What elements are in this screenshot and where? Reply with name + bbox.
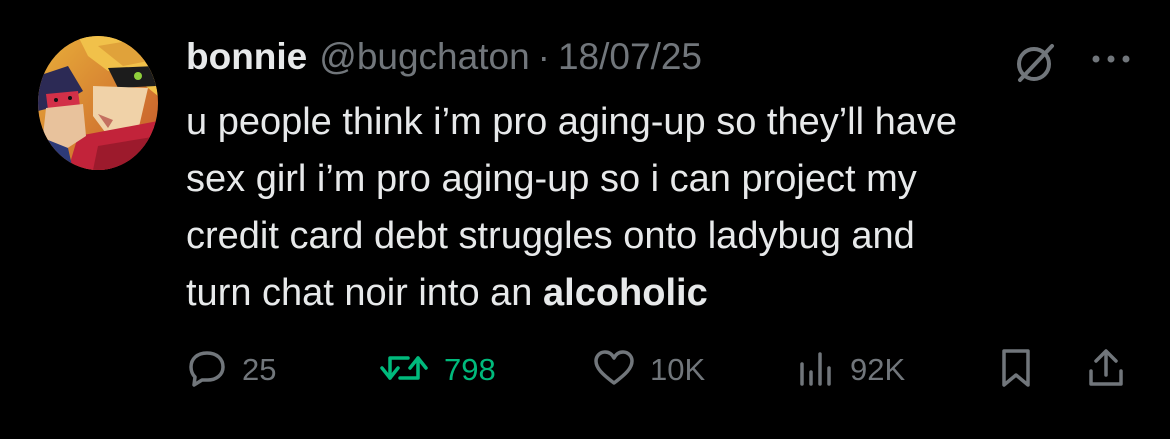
post-text: u people think i’m pro aging-up so they’…: [186, 94, 1146, 322]
bookmark-button[interactable]: [998, 340, 1034, 400]
views-icon: [796, 348, 836, 393]
like-count: 10K: [650, 352, 706, 387]
grok-icon[interactable]: [1010, 40, 1060, 86]
like-button[interactable]: 10K: [592, 340, 705, 400]
views-button[interactable]: 92K: [796, 340, 905, 400]
avatar[interactable]: [38, 36, 158, 170]
post-text-line: credit card debt struggles onto ladybug …: [186, 215, 915, 257]
repost-count: 798: [444, 352, 496, 387]
author-handle[interactable]: @bugchaton: [319, 36, 529, 78]
heart-icon: [592, 348, 636, 393]
more-icon[interactable]: [1086, 44, 1136, 74]
reply-count: 25: [242, 352, 277, 387]
bookmark-icon: [998, 347, 1034, 394]
post-text-line: sex girl i’m pro aging-up so i can proje…: [186, 158, 917, 200]
author-display-name[interactable]: bonnie: [186, 36, 307, 78]
action-bar: 25 798 10K 92K: [0, 340, 1170, 400]
header-separator: ·: [537, 36, 550, 77]
share-icon: [1086, 347, 1126, 394]
post-text-segment: turn chat noir into an: [186, 272, 543, 314]
post-text-bold: alcoholic: [543, 272, 708, 314]
reply-button[interactable]: 25: [186, 340, 276, 400]
share-button[interactable]: [1086, 340, 1126, 400]
avatar-image: [38, 36, 158, 170]
post[interactable]: bonnie @bugchaton · 18/07/25 u people th…: [0, 0, 1170, 439]
repost-button[interactable]: 798: [378, 340, 496, 400]
post-date[interactable]: 18/07/25: [558, 36, 702, 78]
post-text-line: u people think i’m pro aging-up so they’…: [186, 101, 958, 143]
reply-icon: [186, 348, 228, 393]
post-header: bonnie @bugchaton · 18/07/25: [186, 36, 702, 86]
post-text-line: turn chat noir into an alcoholic: [186, 265, 1146, 322]
repost-icon: [378, 348, 430, 393]
views-count: 92K: [850, 352, 906, 387]
